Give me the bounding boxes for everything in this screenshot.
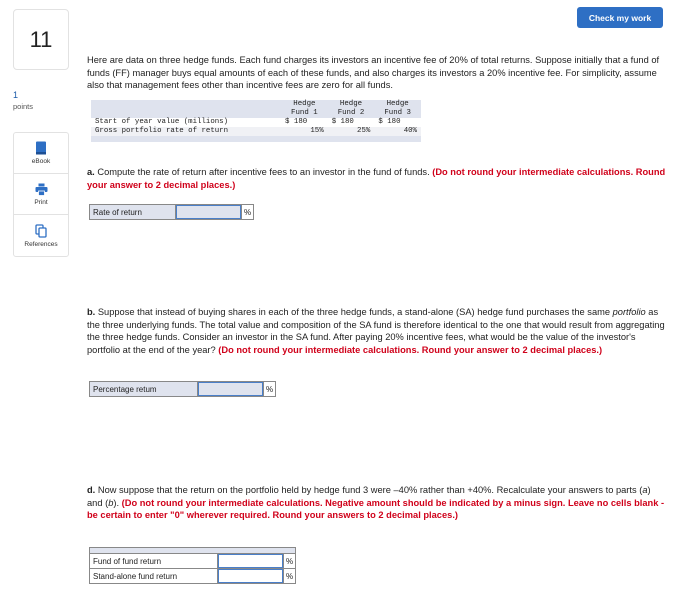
cell-value: 15% (281, 127, 328, 136)
stand-alone-fund-return-cell (217, 568, 284, 584)
percent-unit: % (283, 553, 296, 569)
cell-value: 25% (327, 127, 375, 136)
rate-of-return-label: Rate of return (89, 204, 176, 220)
table-header-blank (91, 100, 282, 109)
fund-of-fund-return-input[interactable] (218, 554, 283, 568)
part-b-italic: portfolio (612, 307, 646, 317)
rate-of-return-cell (175, 204, 242, 220)
points-indicator: 1 points (13, 90, 33, 111)
print-button[interactable]: Print (14, 174, 68, 215)
cell-value: 40% (374, 127, 421, 136)
references-label: References (24, 240, 58, 248)
table-header-blank (91, 109, 282, 118)
cell-value: $ 180 (374, 118, 421, 127)
table-footer-cell (374, 136, 421, 142)
part-d-question: d. Now suppose that the return on the po… (87, 484, 667, 522)
references-button[interactable]: References (14, 215, 68, 256)
answer-row: Fund of fund return % (89, 553, 296, 569)
row-label: Start of year value (millions) (91, 118, 282, 127)
table-header-row-1: Hedge Hedge Hedge (91, 100, 421, 109)
part-a-letter: a. (87, 167, 95, 177)
table-header-fund-2: Hedge (327, 100, 375, 109)
table-header-fund-2-line2: Fund 2 (327, 109, 375, 118)
part-a-answer-table: Rate of return % (89, 204, 254, 220)
rate-of-return-input[interactable] (176, 205, 241, 219)
answer-row: Rate of return % (89, 204, 254, 220)
table-header-fund-3-line2: Fund 3 (374, 109, 421, 118)
table-footer-cell (91, 136, 282, 142)
print-label: Print (34, 198, 48, 206)
points-value: 1 (13, 90, 19, 100)
row-label: Gross portfolio rate of return (91, 127, 282, 136)
part-b-instruction: (Do not round your intermediate calculat… (218, 344, 603, 355)
ebook-button[interactable]: eBook (14, 133, 68, 174)
references-icon (35, 223, 47, 238)
check-my-work-button[interactable]: Check my work (577, 7, 663, 28)
table-header-fund-1: Hedge (281, 100, 328, 109)
part-d-text-3: ). (113, 497, 122, 508)
table-row: Start of year value (millions) $ 180 $ 1… (91, 118, 421, 127)
stand-alone-fund-return-label: Stand-alone fund return (89, 568, 218, 584)
part-a-question: a. Compute the rate of return after ince… (87, 166, 667, 191)
part-d-instruction: (Do not round your intermediate calculat… (87, 497, 665, 521)
cell-value: $ 180 (327, 118, 375, 127)
table-footer-cell (281, 136, 328, 142)
table-footer-cell (327, 136, 375, 142)
table-header-fund-3: Hedge (374, 100, 421, 109)
percent-unit: % (241, 204, 254, 220)
table-header-row-2: Fund 1 Fund 2 Fund 3 (91, 109, 421, 118)
answer-row: Stand-alone fund return % (89, 568, 296, 584)
hedge-fund-data-table: Hedge Hedge Hedge Fund 1 Fund 2 Fund 3 S… (91, 100, 421, 142)
answer-row: Percentage retum % (89, 381, 276, 397)
part-b-text: Suppose that instead of buying shares in… (95, 307, 613, 317)
cell-value: $ 180 (281, 118, 328, 127)
part-b-answer-table: Percentage retum % (89, 381, 276, 397)
percent-unit: % (283, 568, 296, 584)
points-label: points (13, 102, 34, 111)
question-intro: Here are data on three hedge funds. Each… (87, 55, 660, 90)
part-d-answer-table: Fund of fund return % Stand-alone fund r… (89, 547, 296, 584)
tools-panel: eBook Print References (13, 132, 69, 257)
table-row: Gross portfolio rate of return 15% 25% 4… (91, 127, 421, 136)
percentage-return-cell (197, 381, 264, 397)
print-icon (35, 183, 47, 196)
stand-alone-fund-return-input[interactable] (218, 569, 283, 583)
ebook-label: eBook (31, 158, 51, 165)
fund-of-fund-return-cell (217, 553, 284, 569)
part-d-text: Now suppose that the return on the portf… (95, 485, 643, 495)
percentage-return-label: Percentage retum (89, 381, 198, 397)
question-number: 11 (13, 9, 69, 70)
percentage-return-input[interactable] (198, 382, 263, 396)
ebook-icon (36, 141, 46, 155)
table-header-fund-1-line2: Fund 1 (281, 109, 328, 118)
fund-of-fund-return-label: Fund of fund return (89, 553, 218, 569)
percent-unit: % (263, 381, 276, 397)
table-footer-row (91, 136, 421, 142)
part-a-text: Compute the rate of return after incenti… (94, 167, 433, 177)
part-b-question: b. Suppose that instead of buying shares… (87, 306, 667, 356)
